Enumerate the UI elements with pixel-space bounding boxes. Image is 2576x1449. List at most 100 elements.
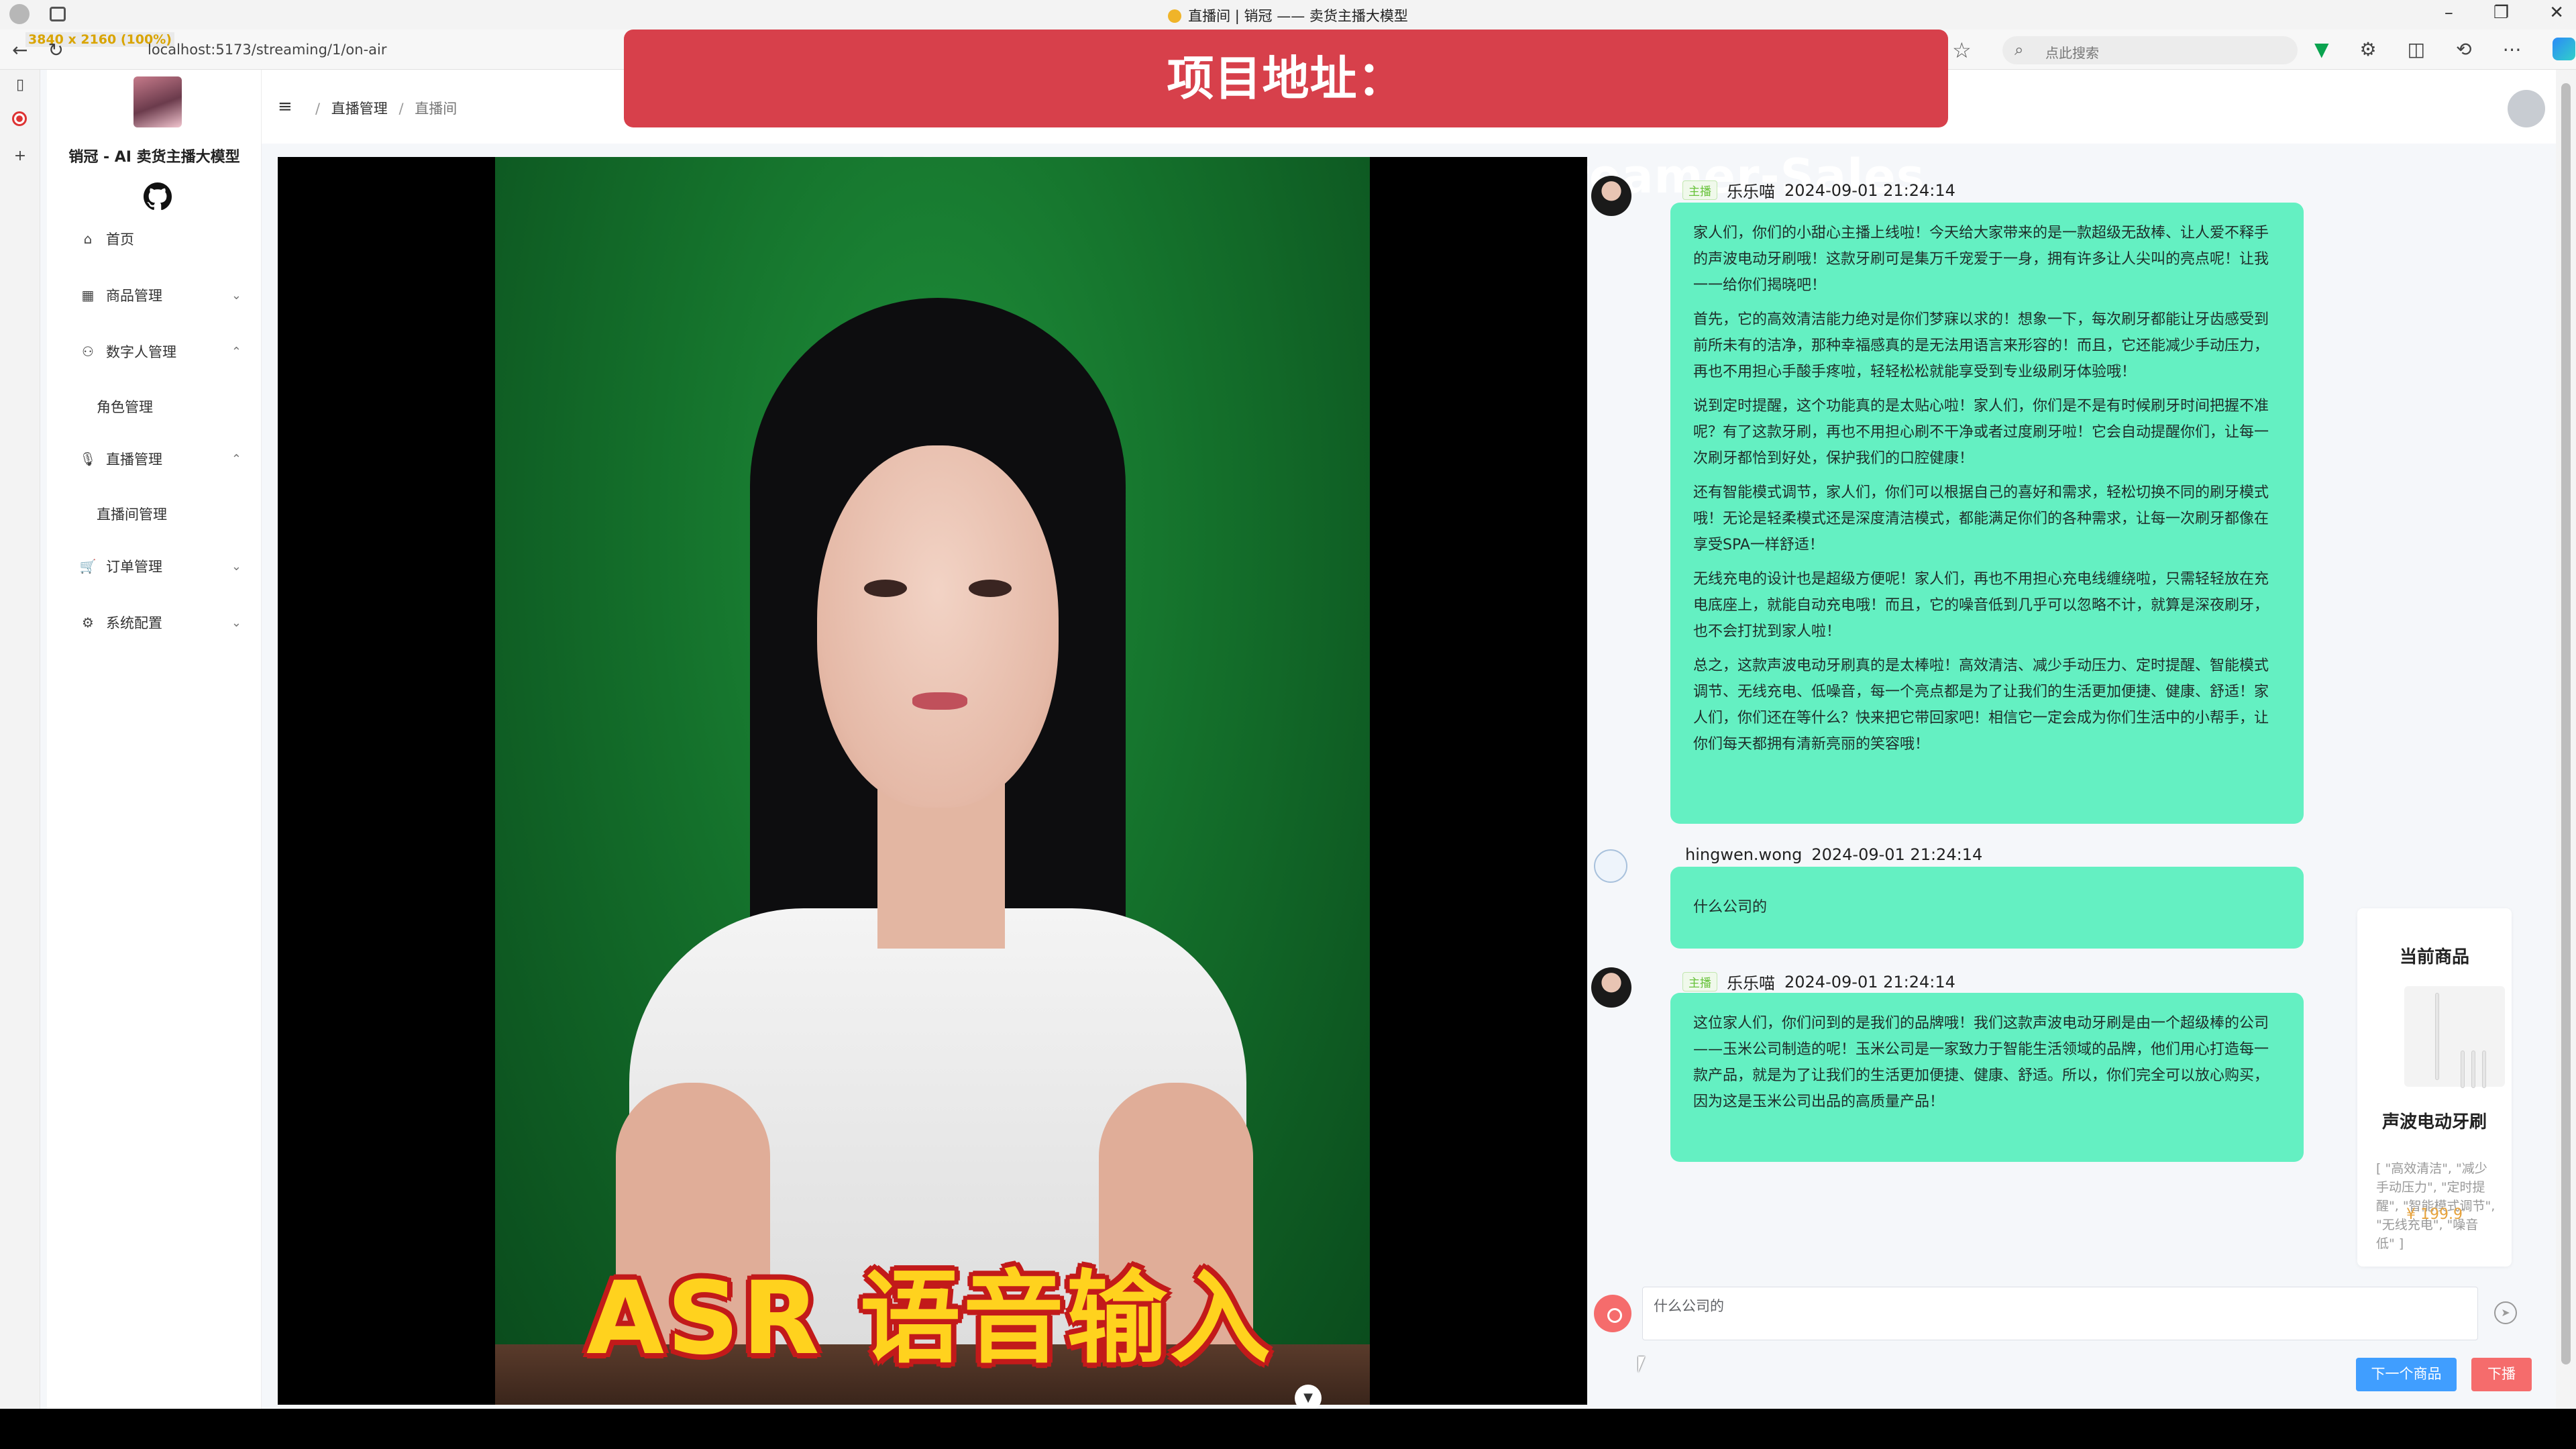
sender-name: 乐乐喵: [1727, 182, 1775, 201]
more-icon[interactable]: ⋯: [2503, 38, 2522, 60]
chat-bubble-user: 什么公司的: [1670, 867, 2304, 949]
chevron-up-icon: ⌃: [231, 451, 241, 466]
cart-icon: 🛒: [79, 558, 97, 574]
favorite-star-icon[interactable]: ☆: [1952, 38, 1972, 63]
history-icon[interactable]: ⟲: [2456, 38, 2471, 60]
sidebar-item-streaming-room[interactable]: 直播间管理: [47, 496, 262, 531]
sidebar-item-role-management[interactable]: 角色管理: [47, 389, 262, 424]
chevron-down-icon: ⌄: [231, 559, 241, 574]
next-product-button[interactable]: 下一个商品: [2356, 1358, 2457, 1391]
chat-input[interactable]: 什么公司的: [1642, 1287, 2478, 1340]
extension-icon[interactable]: ▼: [2314, 38, 2329, 60]
browser-search-box[interactable]: ⌕ 点此搜索: [2002, 36, 2298, 64]
sender-name: 乐乐喵: [1727, 974, 1775, 993]
scrollbar-thumb[interactable]: [2561, 83, 2571, 1364]
search-icon: ⌕: [2015, 40, 2024, 59]
chat-bubble-host: 家人们，你们的小甜心主播上线啦！今天给大家带来的是一款超级无敌棒、让人爱不释手的…: [1670, 203, 2304, 824]
breadcrumb-separator: /: [398, 101, 404, 117]
chevron-up-icon: ⌃: [231, 344, 241, 359]
sidebar-item-digital-human[interactable]: ⚇ 数字人管理 ⌃: [47, 334, 262, 369]
avatar: [1591, 967, 1631, 1008]
message-paragraph: 什么公司的: [1693, 899, 1768, 916]
product-name: 声波电动牙刷: [2381, 1112, 2487, 1132]
brush-shape: [2471, 1051, 2475, 1088]
page-scrollbar[interactable]: [2556, 70, 2576, 1409]
sidebar-item-settings[interactable]: ⚙ 系统配置 ⌄: [47, 605, 262, 640]
sidebar: 销冠 - AI 卖货主播大模型 ⌂ 首页 ▦ 商品管理 ⌄ ⚇ 数字人管理 ⌃ …: [47, 70, 262, 1409]
avatar: [1591, 176, 1631, 216]
sender-name: hingwen.wong: [1685, 845, 1803, 864]
message-time: 2024-09-01 21:24:14: [1811, 845, 1983, 864]
avatar: [1594, 849, 1627, 883]
app-logo: [133, 76, 182, 127]
minimize-icon[interactable]: –: [2445, 3, 2453, 23]
breadcrumb-item-streaming[interactable]: 直播管理: [331, 101, 388, 117]
breadcrumb-separator: /: [315, 101, 321, 117]
close-icon[interactable]: ✕: [2549, 3, 2564, 23]
pages-icon[interactable]: ▯: [12, 76, 28, 93]
chevron-down-icon: ⌄: [231, 288, 241, 303]
message-paragraph: 无线充电的设计也是超级方便呢！家人们，再也不用担心充电线缠绕啦，只需轻轻放在充电…: [1693, 571, 2269, 640]
host-badge: 主播: [1682, 972, 1717, 991]
resolution-badge: 3840 x 2160 (100%): [25, 32, 174, 47]
breadcrumb: / 直播管理 / 直播间: [309, 98, 457, 118]
brand-title: 销冠 - AI 卖货主播大模型: [68, 149, 240, 166]
github-icon[interactable]: [144, 182, 172, 211]
message-paragraph: 总之，这款声波电动牙刷真的是太棒啦！高效清洁、减少手动压力、定时提醒、智能模式调…: [1693, 657, 2269, 753]
restore-icon[interactable]: ❐: [2493, 3, 2509, 23]
project-url-banner: 项目地址：https://github.com/PeterH0323/Strea…: [624, 30, 1948, 204]
copilot-icon[interactable]: [2552, 38, 2575, 60]
message-paragraph: 家人们，你们的小甜心主播上线啦！今天给大家带来的是一款超级无敌棒、让人爱不释手的…: [1693, 225, 2269, 294]
home-icon: ⌂: [83, 231, 93, 247]
send-icon[interactable]: ➤: [2494, 1301, 2517, 1324]
message-time: 2024-09-01 21:24:14: [1784, 972, 1955, 991]
message-paragraph: 这位家人们，你们问到的是我们的品牌哦！我们这款声波电动牙刷是由一个超级棒的公司—…: [1693, 1015, 2269, 1110]
breadcrumb-item-current: 直播间: [415, 101, 458, 117]
screen-bottom-border: [0, 1409, 2576, 1449]
menu-toggle-icon[interactable]: ≡: [278, 97, 292, 117]
product-image: [2404, 986, 2505, 1088]
live-video-player[interactable]: ASR 语音输入: [278, 157, 1587, 1405]
sidebar-item-streaming[interactable]: 🎙 直播管理 ⌃: [47, 441, 262, 476]
message-paragraph: 说到定时提醒，这个功能真的是太贴心啦！家人们，你们是不是有时候刷牙时间把握不准呢…: [1693, 398, 2269, 467]
end-stream-button[interactable]: 下播: [2471, 1358, 2532, 1391]
product-card-title: 当前商品: [2399, 947, 2469, 967]
eye-shape: [864, 580, 907, 597]
eye-shape: [969, 580, 1012, 597]
chevron-down-icon: ⌄: [231, 615, 241, 630]
browser-side-strip: ▯ +: [0, 70, 40, 1411]
user-avatar[interactable]: [2508, 90, 2545, 127]
sidebar-item-orders[interactable]: 🛒 订单管理 ⌄: [47, 549, 262, 584]
asr-caption: ASR 语音输入: [586, 1260, 1273, 1377]
product-price: ¥ 199.9: [2406, 1206, 2463, 1223]
digital-human-frame: [495, 157, 1370, 1405]
gear-icon: ⚙: [82, 614, 94, 631]
lips-shape: [912, 692, 967, 710]
message-header: 主播 乐乐喵 2024-09-01 21:24:14: [1682, 178, 1955, 202]
chevron-down-icon[interactable]: ▼: [1295, 1385, 1322, 1411]
recording-icon[interactable]: [12, 111, 28, 127]
grid-icon: ▦: [81, 287, 95, 303]
message-header: hingwen.wong 2024-09-01 21:24:14: [1685, 845, 1982, 864]
message-paragraph: 还有智能模式调节，家人们，你们可以根据自己的喜好和需求，轻松切换不同的刷牙模式哦…: [1693, 484, 2269, 553]
voice-input-button[interactable]: [1594, 1295, 1631, 1332]
url-field[interactable]: localhost:5173/streaming/1/on-air: [148, 42, 387, 58]
message-time: 2024-09-01 21:24:14: [1784, 180, 1955, 200]
message-paragraph: 首先，它的高效清洁能力绝对是你们梦寐以求的！想象一下，每次刷牙都能让牙齿感受到前…: [1693, 311, 2269, 380]
brush-shape: [2482, 1051, 2486, 1088]
window-title: 直播间 | 销冠 —— 卖货主播大模型: [0, 5, 2576, 25]
browser-title-bar: 直播间 | 销冠 —— 卖货主播大模型 – ❐ ✕: [0, 0, 2576, 30]
mouse-cursor: [1638, 1356, 1652, 1373]
extensions-icon[interactable]: ⚙: [2360, 38, 2377, 60]
face-shape: [817, 445, 1059, 808]
user-icon: ⚇: [82, 343, 94, 360]
brush-shape: [2435, 993, 2439, 1080]
favicon-icon: [1168, 9, 1182, 23]
search-placeholder: 点此搜索: [2045, 45, 2099, 61]
host-badge: 主播: [1682, 180, 1717, 200]
mic-icon: 🎙: [79, 451, 97, 467]
sidebar-item-products[interactable]: ▦ 商品管理 ⌄: [47, 278, 262, 313]
add-icon[interactable]: +: [12, 148, 28, 164]
sidebar-item-home[interactable]: ⌂ 首页: [47, 221, 262, 256]
split-screen-icon[interactable]: ◫: [2408, 38, 2425, 60]
